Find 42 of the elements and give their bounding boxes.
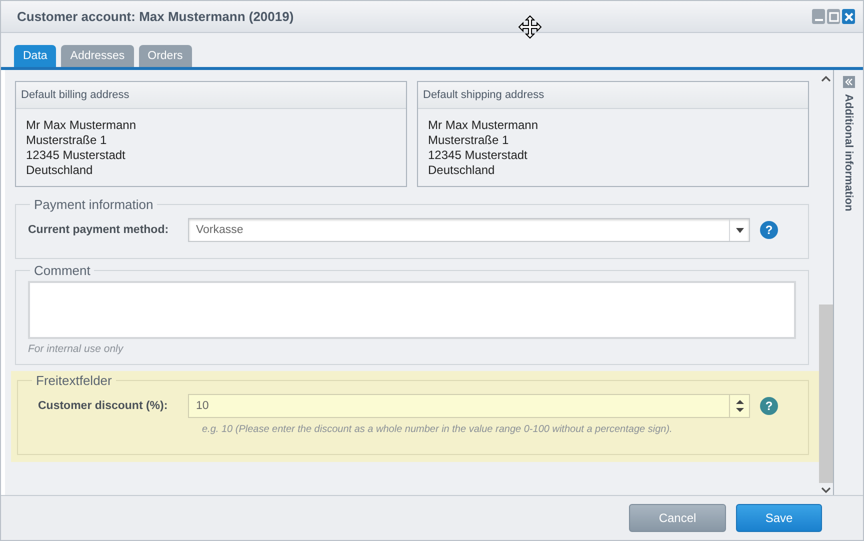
minimize-icon	[814, 19, 822, 21]
address-line: Deutschland	[428, 163, 496, 178]
expand-button[interactable]	[842, 76, 854, 88]
minimize-button[interactable]	[812, 9, 825, 24]
caret-icon	[736, 228, 744, 232]
address-line: 12345 Musterstadt	[26, 148, 126, 163]
address-line: Musterstraße 1	[428, 133, 510, 148]
tab[interactable]: Addresses	[61, 45, 134, 67]
close-icon	[844, 12, 854, 22]
scroll-down-icon[interactable]	[821, 487, 831, 493]
scroll-up-icon[interactable]	[821, 76, 831, 82]
discount-field[interactable]: 10	[188, 394, 750, 418]
field-label: Current payment method:	[28, 224, 170, 236]
close-button[interactable]	[842, 9, 855, 24]
field-hint: e.g. 10 (Please enter the discount as a whole number in the value range 0-100 without a percentage sign).	[202, 424, 674, 435]
address-line: Musterstraße 1	[26, 133, 108, 148]
sidebar-title: Additional information	[842, 94, 854, 212]
address-line: 12345 Musterstadt	[428, 148, 528, 163]
tab[interactable]: Orders	[138, 45, 192, 67]
address-line: Mr Max Mustermann	[26, 118, 138, 133]
help-button[interactable]: ?	[760, 221, 778, 239]
field-hint: For internal use only	[28, 343, 124, 355]
panel-title: Default billing address	[21, 89, 130, 101]
maximize-button[interactable]	[827, 9, 840, 24]
move-cursor-icon	[518, 15, 542, 39]
spinner-icon	[736, 398, 744, 414]
fieldset-legend: Comment	[30, 263, 94, 278]
field-label: Customer discount (%):	[37, 400, 169, 412]
address-line: Deutschland	[26, 163, 94, 178]
payment-method-dropdown[interactable]: Vorkasse	[188, 218, 750, 242]
comment-field[interactable]	[28, 281, 796, 339]
tab[interactable]: Data	[14, 45, 56, 67]
save-button[interactable]: Save	[736, 504, 822, 532]
help-button[interactable]: ?	[760, 397, 778, 415]
panel-title: Default shipping address	[423, 89, 544, 101]
address-line: Mr Max Mustermann	[428, 118, 540, 133]
fieldset-legend: Payment information	[30, 197, 158, 212]
window-title: Customer account: Max Mustermann (20019)	[17, 9, 295, 24]
maximize-icon	[828, 12, 838, 22]
double-chevron-icon	[844, 78, 852, 86]
fieldset-legend: Freitextfelder	[32, 373, 116, 388]
cancel-button[interactable]: Cancel	[629, 504, 726, 532]
